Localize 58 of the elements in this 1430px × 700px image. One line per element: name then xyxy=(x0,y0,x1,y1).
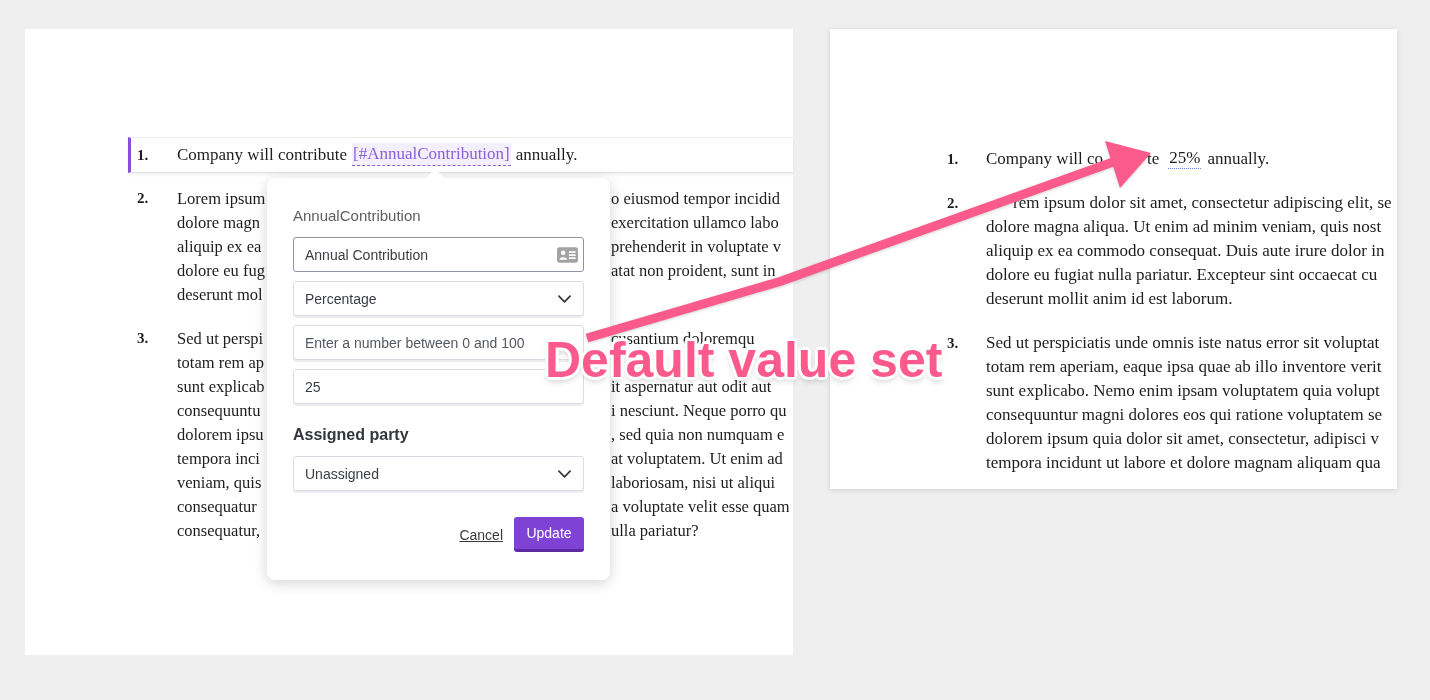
paragraph-text: a voluptate velit esse quam xyxy=(611,497,790,515)
variable-value: 25% xyxy=(1168,147,1202,169)
clause-number: 2. xyxy=(137,189,150,208)
clause-number: 2. xyxy=(947,194,960,213)
selected-clause-row[interactable]: 1. Company will contribute [#AnnualContribution] annually. xyxy=(128,137,793,173)
clause-number: 1. xyxy=(137,146,150,165)
paragraph-text: o eiusmod tempor incidid xyxy=(611,189,781,207)
paragraph-text: prehenderit in voluptate v xyxy=(611,237,781,255)
paragraph-text: aliquip ex ea commodo consequat. Duis aute irure dolor in xyxy=(986,241,1385,260)
paragraph-text: consequatur xyxy=(177,497,257,515)
paragraph-text: , sed quia non numquam e xyxy=(611,425,785,443)
paragraph-text: totam rem aperiam, eaque ipsa quae ab illo inventore verit xyxy=(986,357,1382,376)
clause-number: 3. xyxy=(137,329,150,348)
paragraph-text: consequuntu xyxy=(177,401,261,419)
paragraph-text: Lorem ipsum xyxy=(177,189,266,207)
paragraph-text: sunt explicab xyxy=(177,377,265,395)
paragraph-text: aliquip ex ea xyxy=(177,237,262,255)
chevron-down-icon xyxy=(558,294,571,303)
paragraph-text: tempora inci xyxy=(177,449,260,467)
paragraph-text: Sed ut perspi xyxy=(177,329,264,347)
paragraph-text: dolorem ipsum quia dolor sit amet, consectetur, adipisci v xyxy=(986,429,1380,448)
clause-text: te xyxy=(1147,148,1160,170)
input-field[interactable]: Annual Contribution xyxy=(293,237,584,272)
paragraph-text: it aspernatur aut odit aut xyxy=(611,377,772,395)
paragraph-text: dolorem ipsu xyxy=(177,425,264,443)
clause-number: 1. xyxy=(947,150,960,169)
variable-name: AnnualContribution xyxy=(293,206,422,226)
paragraph-text: ulla pariatur? xyxy=(611,521,699,539)
section-heading: Assigned party xyxy=(293,425,410,445)
dropdown[interactable]: Unassigned xyxy=(293,456,584,491)
paragraph-text: dolore magn xyxy=(177,213,260,231)
paragraph-text: consequatur, xyxy=(177,521,261,539)
paragraph-text: deserunt mollit anim id est laborum. xyxy=(986,289,1233,308)
paragraph-text: tempora incidunt ut labore et dolore magnam aliquam qua xyxy=(986,453,1381,472)
paragraph-text: dolore eu fug xyxy=(177,261,265,279)
clause-text: annually. xyxy=(1207,148,1270,170)
dropdown[interactable]: Percentage xyxy=(293,281,584,316)
paragraph-text: i nesciunt. Neque porro qu xyxy=(611,401,787,419)
paragraph-text: atat non proident, sunt in xyxy=(611,261,776,279)
contact-card-icon xyxy=(557,247,578,263)
paragraph-text: consequuntur magni dolores eos qui ratione voluptatem se xyxy=(986,405,1383,424)
paragraph-text: dolore magna aliqua. Ut enim ad minim veniam, quis nost xyxy=(986,217,1382,236)
placeholder-token[interactable]: [#AnnualContribution] xyxy=(352,143,511,166)
paragraph-text: sunt explicabo. Nemo enim ipsam voluptatem quia volupt xyxy=(986,381,1380,400)
chevron-down-icon xyxy=(558,469,571,478)
paragraph-text: veniam, quis xyxy=(177,473,262,491)
paragraph-text: laboriosam, nisi ut aliqui xyxy=(611,473,776,491)
paragraph-text: dolore eu fugiat nulla pariatur. Excepteur sint occaecat cu xyxy=(986,265,1378,284)
paragraph-text: Sed ut perspiciatis unde omnis iste natus error sit voluptat xyxy=(986,333,1380,352)
paragraph-text: totam rem ap xyxy=(177,353,265,371)
clause-number: 3. xyxy=(947,334,960,353)
cancel-link[interactable]: Cancel xyxy=(459,526,503,543)
paragraph-text: exercitation ullamco labo xyxy=(611,213,779,231)
paragraph-text: deserunt mol xyxy=(177,285,263,303)
paragraph-text: at voluptatem. Ut enim ad xyxy=(611,449,783,467)
clause-text: annually. xyxy=(515,144,578,166)
update-button[interactable]: Update xyxy=(514,517,584,552)
clause-text: Company will contribute xyxy=(177,144,347,166)
